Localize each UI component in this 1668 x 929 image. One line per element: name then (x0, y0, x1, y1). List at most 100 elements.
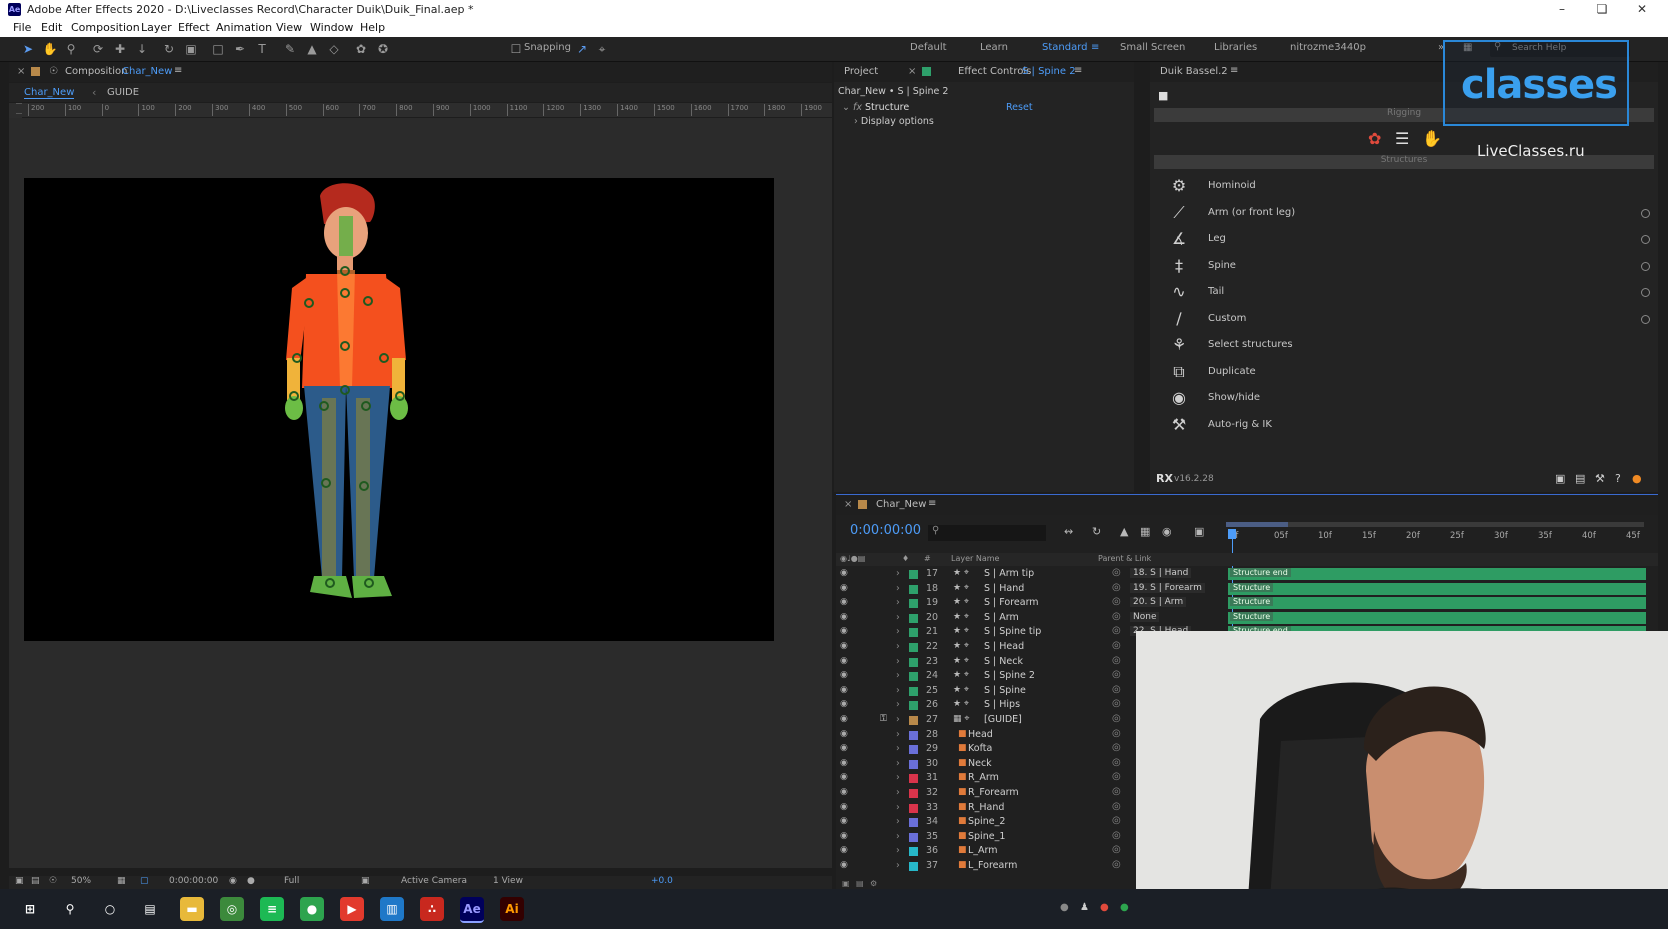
close-icon[interactable]: ✕ (1622, 0, 1662, 19)
expand-chevron-icon[interactable]: › (896, 626, 900, 637)
pick-whip-icon[interactable]: ◎ (1112, 684, 1121, 695)
visibility-eye-icon[interactable]: ◉ (840, 729, 850, 739)
expand-chevron-icon[interactable]: › (896, 816, 900, 827)
pick-whip-icon[interactable]: ◎ (1112, 625, 1121, 636)
puppet-tool-icon[interactable]: ✪ (375, 41, 391, 57)
expand-chevron-icon[interactable]: › (896, 656, 900, 667)
timeline-layer-row[interactable]: ◉ › 31 ■ R_Arm ◎ (836, 771, 1136, 786)
selection-tool-icon[interactable]: ➤ (20, 41, 36, 57)
panel-menu-icon[interactable]: ≡ (1230, 65, 1238, 76)
after-effects-icon[interactable]: Ae (460, 897, 484, 923)
duik-item-auto-rig-ik[interactable]: ⚒ Auto-rig & IK (1150, 413, 1658, 439)
pick-whip-icon[interactable]: ◎ (1112, 859, 1121, 870)
timeline-layer-row[interactable]: ◉ › 35 ■ Spine_1 ◎ (836, 830, 1136, 845)
snap-grid-icon[interactable]: ⌖ (594, 41, 610, 57)
visibility-eye-icon[interactable]: ◉ (840, 743, 850, 753)
label-color-swatch[interactable] (909, 584, 918, 594)
motion-blur-icon[interactable]: ◉ (1162, 525, 1172, 538)
region-icon[interactable]: ▢ (140, 876, 149, 886)
label-color-swatch[interactable] (909, 643, 918, 652)
label-color-swatch[interactable] (909, 686, 918, 696)
options-dot-icon[interactable] (1641, 261, 1650, 271)
cortana-icon[interactable]: ○ (98, 897, 122, 921)
panel-menu-icon[interactable]: ≡ (174, 65, 182, 76)
layer-name[interactable]: Kofta (968, 743, 992, 754)
label-color-swatch[interactable] (909, 774, 918, 784)
pick-whip-icon[interactable]: ◎ (1112, 655, 1121, 666)
layer-name[interactable]: [GUIDE] (984, 714, 1022, 725)
layer-name[interactable]: R_Forearm (968, 787, 1019, 798)
illustrator-icon[interactable]: Ai (500, 897, 524, 921)
tab-close-icon[interactable]: × (908, 66, 916, 77)
timeline-layer-row[interactable]: ◉ › 28 ■ Head ◎ (836, 728, 1136, 743)
effect-row[interactable]: ⌄ fx Structure (842, 102, 909, 113)
expand-chevron-icon[interactable]: › (896, 787, 900, 798)
layer-name[interactable]: S | Spine (984, 685, 1026, 696)
effect-layer-name[interactable]: S | Spine 2 (1022, 66, 1076, 77)
pick-whip-icon[interactable]: ◎ (1112, 771, 1121, 782)
pick-whip-icon[interactable]: ◎ (1112, 844, 1121, 855)
parent-link-column[interactable]: Parent & Link (1098, 554, 1151, 563)
timeline-layer-row[interactable]: ◉ › 23 ★ ⌖ S | Neck ◎ (836, 655, 1136, 670)
visibility-eye-icon[interactable]: ◉ (840, 626, 850, 636)
expand-chevron-icon[interactable]: › (896, 685, 900, 696)
pick-whip-icon[interactable]: ◎ (1112, 786, 1121, 797)
visibility-eye-icon[interactable]: ◉ (840, 758, 850, 768)
timeline-layer-row[interactable]: ◉ › 36 ■ L_Arm ◎ (836, 844, 1136, 859)
pick-whip-icon[interactable]: ◎ (1112, 582, 1121, 593)
bones-icon[interactable]: ☰ (1395, 129, 1409, 148)
resolution-select[interactable]: Full (284, 876, 299, 886)
expand-chevron-icon[interactable]: › (896, 845, 900, 856)
layer-name[interactable]: S | Spine 2 (984, 670, 1035, 681)
tray-user-icon[interactable]: ♟ (1080, 902, 1089, 913)
timeline-layer-row[interactable]: ◉ › 34 ■ Spine_2 ◎ (836, 815, 1136, 830)
layer-name[interactable]: L_Forearm (968, 860, 1017, 871)
rectangle-tool-icon[interactable]: □ (210, 41, 226, 57)
timeline-search-input[interactable]: ⚲ (928, 525, 1046, 541)
grid-icon[interactable]: ▦ (117, 876, 126, 886)
label-color-swatch[interactable] (909, 672, 918, 682)
timeline-layer-row[interactable]: ◉ › 32 ■ R_Forearm ◎ (836, 786, 1136, 801)
timeline-layer-row[interactable]: ◉ › 20 ★ ⌖ S | Arm ◎ (836, 611, 1136, 626)
panel-close-icon[interactable]: × (844, 499, 852, 510)
pan-tool-icon[interactable]: ✚ (112, 41, 128, 57)
duik-item-spine[interactable]: ‡ Spine (1150, 254, 1658, 280)
roi-icon[interactable]: ▣ (361, 876, 370, 886)
visibility-eye-icon[interactable]: ◉ (840, 787, 850, 797)
label-color-swatch[interactable] (909, 818, 918, 828)
draft-3d-icon[interactable]: ↻ (1092, 525, 1101, 538)
duik-settings-icon[interactable]: ■ (1158, 89, 1168, 102)
tab-char-new[interactable]: Char_New (24, 87, 75, 99)
label-color-swatch[interactable] (909, 701, 918, 711)
layer-name[interactable]: S | Forearm (984, 597, 1039, 608)
tab-effect-controls[interactable]: Effect Controls (958, 66, 1031, 77)
panel-menu-icon[interactable]: ≡ (1074, 65, 1082, 76)
duik-item-duplicate[interactable]: ⧉ Duplicate (1150, 360, 1658, 386)
minimize-icon[interactable]: – (1542, 0, 1582, 19)
timeline-layer-row[interactable]: ◉ › 24 ★ ⌖ S | Spine 2 ◎ (836, 669, 1136, 684)
camera-select[interactable]: Active Camera (401, 876, 467, 886)
layer-name[interactable]: S | Hips (984, 699, 1020, 710)
label-color-swatch[interactable] (909, 570, 918, 579)
label-color-swatch[interactable] (909, 847, 918, 857)
layer-duration-bar[interactable]: Structure (1228, 582, 1646, 595)
workspace-learn[interactable]: Learn (980, 42, 1008, 53)
expand-chevron-icon[interactable]: › (896, 612, 900, 623)
expand-chevron-icon[interactable]: › (896, 699, 900, 710)
tray-app-icon[interactable]: ● (1100, 902, 1109, 913)
timeline-comp-name[interactable]: Char_New (876, 499, 926, 510)
expand-chevron-icon[interactable]: › (896, 758, 900, 769)
duik-item-hominoid[interactable]: ⚙ Hominoid (1150, 174, 1658, 200)
pick-whip-icon[interactable]: ◎ (1112, 698, 1121, 709)
duik-item-select-structures[interactable]: ⚘ Select structures (1150, 333, 1658, 359)
hand-tool-icon[interactable]: ✋ (42, 41, 58, 57)
parent-select[interactable]: None (1130, 611, 1160, 622)
hand-rig-icon[interactable]: ✋ (1422, 129, 1442, 148)
timeline-layer-row[interactable]: ◉ › 22 ★ ⌖ S | Head ◎ (836, 640, 1136, 655)
composition-name[interactable]: Char_New (122, 66, 172, 77)
pick-whip-icon[interactable]: ◎ (1112, 830, 1121, 841)
visibility-eye-icon[interactable]: ◉ (840, 714, 850, 724)
search-icon[interactable]: ⚲ (58, 897, 82, 921)
trello-icon[interactable]: ▥ (380, 897, 404, 921)
layer-name[interactable]: Neck (968, 758, 992, 769)
